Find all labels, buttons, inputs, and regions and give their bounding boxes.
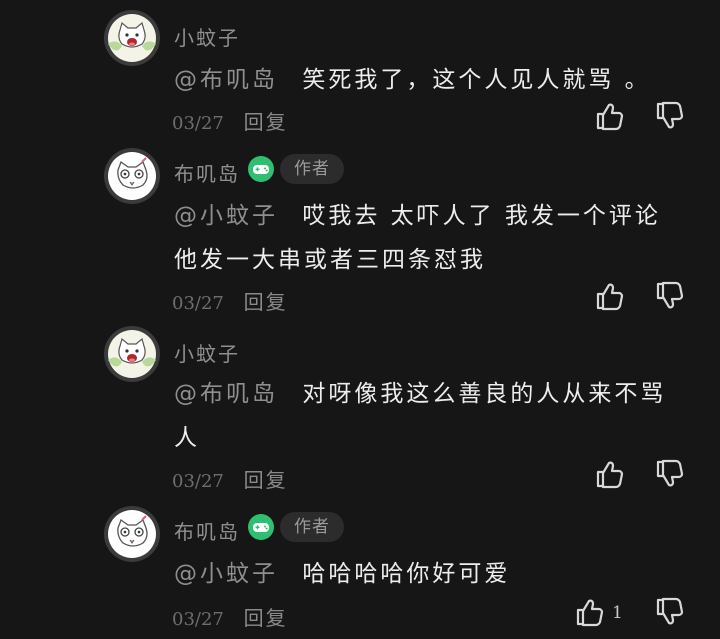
comment-text: @布叽岛 笑死我了，这个人见人就骂 。: [174, 58, 694, 102]
reply-button[interactable]: 回复: [244, 110, 288, 134]
comment-date: 03/27: [172, 471, 224, 492]
dislike-button[interactable]: [654, 458, 686, 490]
thumb-up-icon: [594, 100, 626, 132]
thumb-down-icon: [654, 596, 686, 628]
thumb-down-icon: [654, 100, 686, 132]
avatar-image: [108, 330, 156, 378]
comment-body: 笑死我了，这个人见人就骂 。: [302, 67, 651, 93]
thumb-down-icon: [654, 458, 686, 490]
username[interactable]: 布叽岛: [174, 158, 240, 187]
dislike-button[interactable]: [654, 280, 686, 312]
comment-date: 03/27: [172, 609, 224, 630]
comment-meta: 03/27 回复: [172, 286, 288, 315]
dislike-button[interactable]: [654, 596, 686, 628]
avatar-image: [108, 152, 156, 200]
mention[interactable]: @布叽岛: [174, 67, 278, 93]
like-button[interactable]: [594, 100, 626, 132]
avatar[interactable]: [104, 10, 160, 66]
author-tag: 作者: [280, 154, 344, 184]
reply-button[interactable]: 回复: [244, 468, 288, 492]
avatar-image: [108, 14, 156, 62]
comment-text: @布叽岛 对呀像我这么善良的人从来不骂 人: [174, 372, 694, 460]
comment-body: 哈哈哈哈你好可爱: [302, 561, 511, 587]
comment-line-1: @小蚊子 哎我去 太吓人了 我发一个评论: [174, 194, 694, 238]
comment-date: 03/27: [172, 293, 224, 314]
like-button[interactable]: [594, 280, 626, 312]
mention[interactable]: @小蚊子: [174, 561, 278, 587]
author-tag: 作者: [280, 512, 344, 542]
avatar[interactable]: [104, 326, 160, 382]
thumb-up-icon: [594, 458, 626, 490]
comment-line-1: @布叽岛 对呀像我这么善良的人从来不骂: [174, 372, 694, 416]
thumb-up-icon: [574, 596, 606, 628]
thumb-down-icon: [654, 280, 686, 312]
reply-button[interactable]: 回复: [244, 290, 288, 314]
comment-body: 哎我去 太吓人了 我发一个评论: [302, 203, 661, 229]
comment-text: @小蚊子 哎我去 太吓人了 我发一个评论 他发一大串或者三四条怼我: [174, 194, 694, 282]
like-button[interactable]: [594, 458, 626, 490]
dislike-button[interactable]: [654, 100, 686, 132]
username[interactable]: 布叽岛: [174, 516, 240, 545]
comment-line-2: 人: [174, 425, 200, 451]
comment-text: @小蚊子 哈哈哈哈你好可爱: [174, 552, 694, 596]
comment-body: 对呀像我这么善良的人从来不骂: [302, 381, 667, 407]
avatar-image: [108, 510, 156, 558]
comment-line-2: 他发一大串或者三四条怼我: [174, 247, 486, 273]
mention[interactable]: @小蚊子: [174, 203, 278, 229]
avatar[interactable]: [104, 506, 160, 562]
comment-meta: 03/27 回复: [172, 106, 288, 135]
comment-meta: 03/27 回复: [172, 464, 288, 493]
comment-date: 03/27: [172, 113, 224, 134]
username[interactable]: 小蚊子: [174, 338, 240, 367]
username[interactable]: 小蚊子: [174, 22, 240, 51]
thumb-up-icon: [594, 280, 626, 312]
comment-meta: 03/27 回复: [172, 602, 288, 631]
game-controller-icon: [248, 156, 274, 182]
game-controller-icon: [248, 514, 274, 540]
reply-button[interactable]: 回复: [244, 606, 288, 630]
like-button[interactable]: [574, 596, 606, 628]
avatar[interactable]: [104, 148, 160, 204]
mention[interactable]: @布叽岛: [174, 381, 278, 407]
like-count: 1: [612, 603, 623, 623]
